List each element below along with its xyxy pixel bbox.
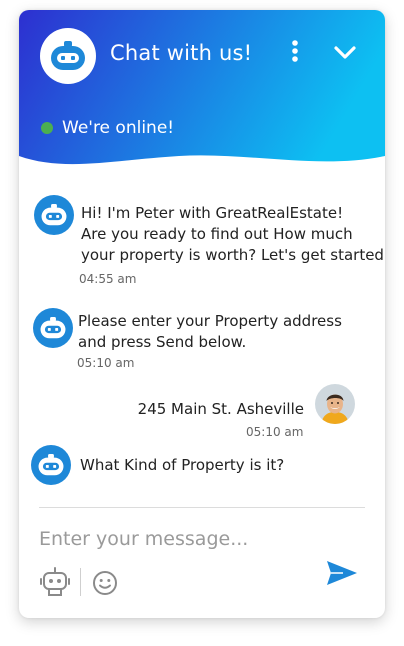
toolbar-separator: [80, 568, 81, 596]
kebab-menu-icon[interactable]: [285, 38, 305, 68]
user-message: 245 Main St. Asheville: [138, 399, 304, 420]
composer-divider: [39, 507, 365, 508]
message-line: Hi! I'm Peter with GreatRealEstate!: [81, 204, 344, 222]
message-line: 245 Main St. Asheville: [137, 400, 304, 418]
chevron-down-icon[interactable]: [331, 40, 359, 64]
message-line: Are you ready to find out How much: [81, 225, 353, 243]
smiley-icon[interactable]: [92, 570, 118, 596]
user-avatar: [315, 384, 355, 424]
robot-icon: [41, 204, 67, 226]
robot-icon: [40, 317, 66, 339]
message-line: What Kind of Property is it?: [80, 456, 285, 474]
chat-widget: Chat with us! We're online! Hi! I'm Pete…: [19, 10, 385, 618]
online-status-text: We're online!: [62, 118, 175, 138]
bot-avatar: [31, 445, 71, 485]
send-icon[interactable]: [325, 559, 359, 587]
message-line: Please enter your Property address: [78, 312, 342, 330]
bot-message: What Kind of Property is it?: [80, 455, 284, 476]
chat-title: Chat with us!: [110, 41, 253, 65]
bot-avatar: [34, 195, 74, 235]
message-line: and press Send below.: [78, 333, 247, 351]
chat-header: Chat with us! We're online!: [19, 10, 385, 180]
robot-icon: [38, 454, 64, 476]
robot-icon: [51, 41, 85, 70]
bot-avatar: [33, 308, 73, 348]
online-status-dot: [41, 122, 53, 134]
message-timestamp: 05:10 am: [77, 356, 135, 370]
message-timestamp: 05:10 am: [246, 425, 304, 439]
message-line: your property is worth? Let's get starte…: [81, 246, 384, 264]
message-timestamp: 04:55 am: [79, 272, 137, 286]
bot-message: Hi! I'm Peter with GreatRealEstate! Are …: [81, 203, 384, 266]
bot-avatar: [40, 28, 96, 84]
robot-icon[interactable]: [39, 566, 71, 598]
bot-message: Please enter your Property address and p…: [78, 311, 342, 353]
message-input[interactable]: [39, 526, 339, 552]
